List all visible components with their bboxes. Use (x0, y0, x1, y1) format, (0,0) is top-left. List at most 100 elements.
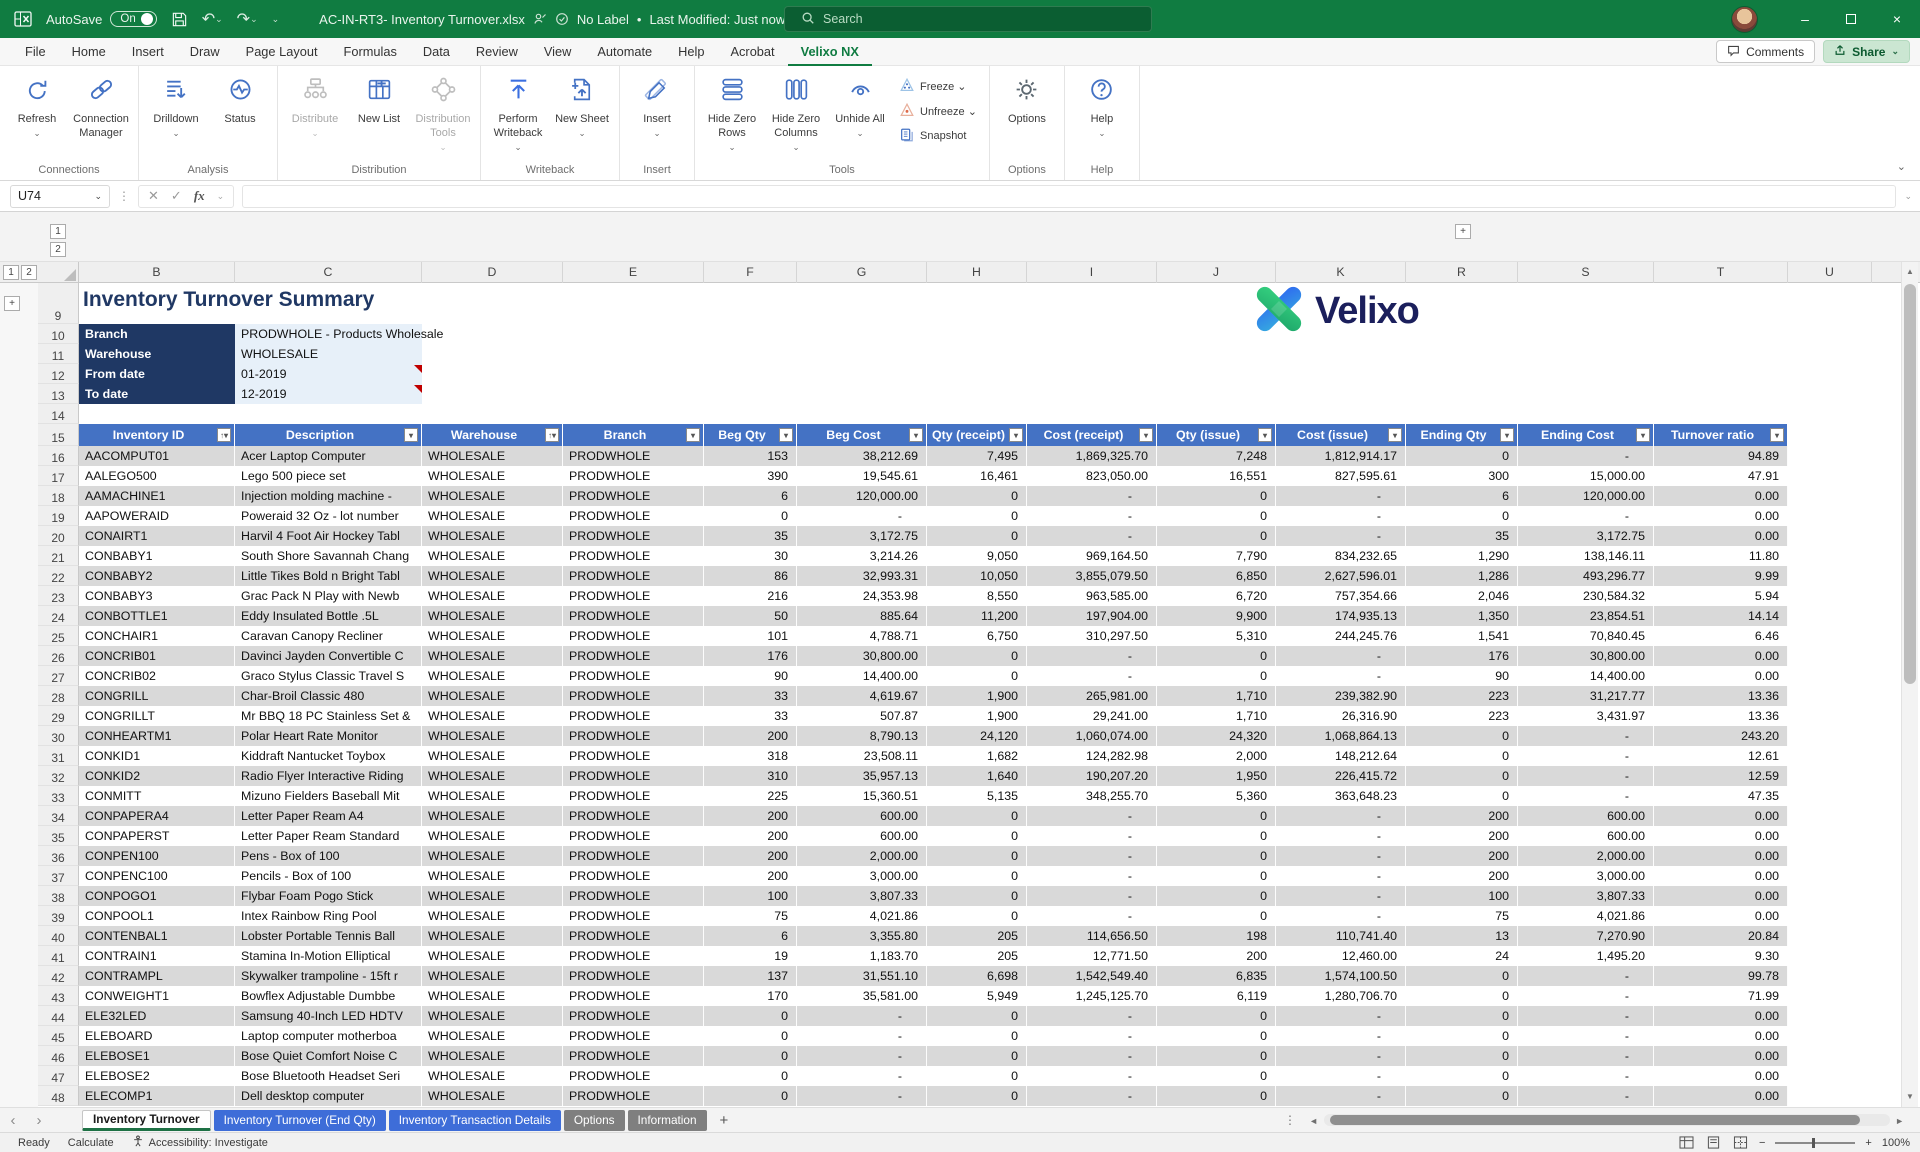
column-header-E[interactable]: E (563, 262, 704, 283)
cell-T33[interactable]: 47.35 (1654, 786, 1788, 806)
cell-G44[interactable]: - (797, 1006, 927, 1026)
sheet-tab-information[interactable]: Information (628, 1110, 707, 1131)
cell-I44[interactable]: - (1027, 1006, 1157, 1026)
cell-R33[interactable]: 0 (1406, 786, 1518, 806)
cell-G28[interactable]: 4,619.67 (797, 686, 927, 706)
new-sheet-tab-button[interactable]: + (720, 1112, 729, 1129)
cell-H31[interactable]: 1,682 (927, 746, 1027, 766)
cell-E42[interactable]: PRODWHOLE (563, 966, 704, 986)
row-header-22[interactable]: 22 (38, 566, 79, 586)
cell-B29[interactable]: CONGRILLT (79, 706, 235, 726)
cell-F19[interactable]: 0 (704, 506, 797, 526)
cell-H33[interactable]: 5,135 (927, 786, 1027, 806)
cell-T46[interactable]: 0.00 (1654, 1046, 1788, 1066)
cell-H19[interactable]: 0 (927, 506, 1027, 526)
minimize-button[interactable]: – (1782, 0, 1828, 38)
cell-J19[interactable]: 0 (1157, 506, 1276, 526)
insert-function-button[interactable]: fx (194, 188, 205, 204)
page-break-view-icon[interactable] (1732, 1135, 1749, 1150)
cell-R41[interactable]: 24 (1406, 946, 1518, 966)
cell-F23[interactable]: 216 (704, 586, 797, 606)
cell-G41[interactable]: 1,183.70 (797, 946, 927, 966)
cell-H22[interactable]: 10,050 (927, 566, 1027, 586)
table-header-ending-qty[interactable]: Ending Qty▾ (1406, 424, 1518, 446)
cell-C22[interactable]: Little Tikes Bold n Bright Tabl (235, 566, 422, 586)
cell-J44[interactable]: 0 (1157, 1006, 1276, 1026)
cell-C31[interactable]: Kiddraft Nantucket Toybox (235, 746, 422, 766)
cell-K42[interactable]: 1,574,100.50 (1276, 966, 1406, 986)
cell-S17[interactable]: 15,000.00 (1518, 466, 1654, 486)
row-header-26[interactable]: 26 (38, 646, 79, 666)
cell-J31[interactable]: 2,000 (1157, 746, 1276, 766)
drilldown-button[interactable]: Drilldown⌄ (145, 70, 207, 154)
cell-C17[interactable]: Lego 500 piece set (235, 466, 422, 486)
hide-cols-button[interactable]: Hide Zero Columns⌄ (765, 70, 827, 154)
cell-T42[interactable]: 99.78 (1654, 966, 1788, 986)
cell-S24[interactable]: 23,854.51 (1518, 606, 1654, 626)
excel-app-icon[interactable] (14, 10, 32, 28)
cell-K41[interactable]: 12,460.00 (1276, 946, 1406, 966)
expand-rows-button[interactable]: + (4, 296, 20, 311)
cell-I31[interactable]: 124,282.98 (1027, 746, 1157, 766)
select-all-corner[interactable] (38, 262, 79, 283)
row-header-36[interactable]: 36 (38, 846, 79, 866)
param-value-from-date[interactable]: 01-2019 (235, 364, 422, 384)
page-layout-view-icon[interactable] (1705, 1135, 1722, 1150)
cell-F35[interactable]: 200 (704, 826, 797, 846)
cell-D46[interactable]: WHOLESALE (422, 1046, 563, 1066)
cell-B41[interactable]: CONTRAIN1 (79, 946, 235, 966)
row-header-9[interactable]: 9 (38, 283, 79, 324)
share-button[interactable]: Share ⌄ (1823, 40, 1910, 63)
cell-F37[interactable]: 200 (704, 866, 797, 886)
cell-I48[interactable]: - (1027, 1086, 1157, 1106)
cell-I16[interactable]: 1,869,325.70 (1027, 446, 1157, 466)
cell-S27[interactable]: 14,400.00 (1518, 666, 1654, 686)
row-header-35[interactable]: 35 (38, 826, 79, 846)
cell-T25[interactable]: 6.46 (1654, 626, 1788, 646)
vscroll-up-arrow[interactable]: ▲ (1902, 264, 1918, 280)
cell-J18[interactable]: 0 (1157, 486, 1276, 506)
vscroll-thumb[interactable] (1904, 284, 1916, 684)
cell-B42[interactable]: CONTRAMPL (79, 966, 235, 986)
cell-T39[interactable]: 0.00 (1654, 906, 1788, 926)
row-header-41[interactable]: 41 (38, 946, 79, 966)
cell-B18[interactable]: AAMACHINE1 (79, 486, 235, 506)
cell-S37[interactable]: 3,000.00 (1518, 866, 1654, 886)
cell-T48[interactable]: 0.00 (1654, 1086, 1788, 1106)
cell-G20[interactable]: 3,172.75 (797, 526, 927, 546)
column-header-F[interactable]: F (704, 262, 797, 283)
cell-R27[interactable]: 90 (1406, 666, 1518, 686)
cell-S36[interactable]: 2,000.00 (1518, 846, 1654, 866)
cell-K45[interactable]: - (1276, 1026, 1406, 1046)
cell-S30[interactable]: - (1518, 726, 1654, 746)
fx-chevron[interactable]: ⌄ (217, 191, 225, 202)
cell-B34[interactable]: CONPAPERA4 (79, 806, 235, 826)
cell-B24[interactable]: CONBOTTLE1 (79, 606, 235, 626)
cell-F24[interactable]: 50 (704, 606, 797, 626)
cell-K17[interactable]: 827,595.61 (1276, 466, 1406, 486)
cell-D16[interactable]: WHOLESALE (422, 446, 563, 466)
column-header-H[interactable]: H (927, 262, 1027, 283)
cell-E40[interactable]: PRODWHOLE (563, 926, 704, 946)
cell-I20[interactable]: - (1027, 526, 1157, 546)
cell-I22[interactable]: 3,855,079.50 (1027, 566, 1157, 586)
cell-C24[interactable]: Eddy Insulated Bottle .5L (235, 606, 422, 626)
name-box[interactable]: U74⌄ (10, 185, 110, 208)
close-button[interactable]: × (1874, 0, 1920, 38)
cell-H40[interactable]: 205 (927, 926, 1027, 946)
cell-B36[interactable]: CONPEN100 (79, 846, 235, 866)
row-header-47[interactable]: 47 (38, 1066, 79, 1086)
row-header-27[interactable]: 27 (38, 666, 79, 686)
sort-filter-button[interactable]: ↑▾ (545, 428, 559, 442)
row-header-19[interactable]: 19 (38, 506, 79, 526)
row-header-39[interactable]: 39 (38, 906, 79, 926)
cell-D18[interactable]: WHOLESALE (422, 486, 563, 506)
table-header-inventory-id[interactable]: Inventory ID↑▾ (79, 424, 235, 446)
cell-E44[interactable]: PRODWHOLE (563, 1006, 704, 1026)
cell-R22[interactable]: 1,286 (1406, 566, 1518, 586)
menu-tab-home[interactable]: Home (59, 38, 119, 66)
cell-K30[interactable]: 1,068,864.13 (1276, 726, 1406, 746)
cell-J26[interactable]: 0 (1157, 646, 1276, 666)
cell-E29[interactable]: PRODWHOLE (563, 706, 704, 726)
cell-C39[interactable]: Intex Rainbow Ring Pool (235, 906, 422, 926)
